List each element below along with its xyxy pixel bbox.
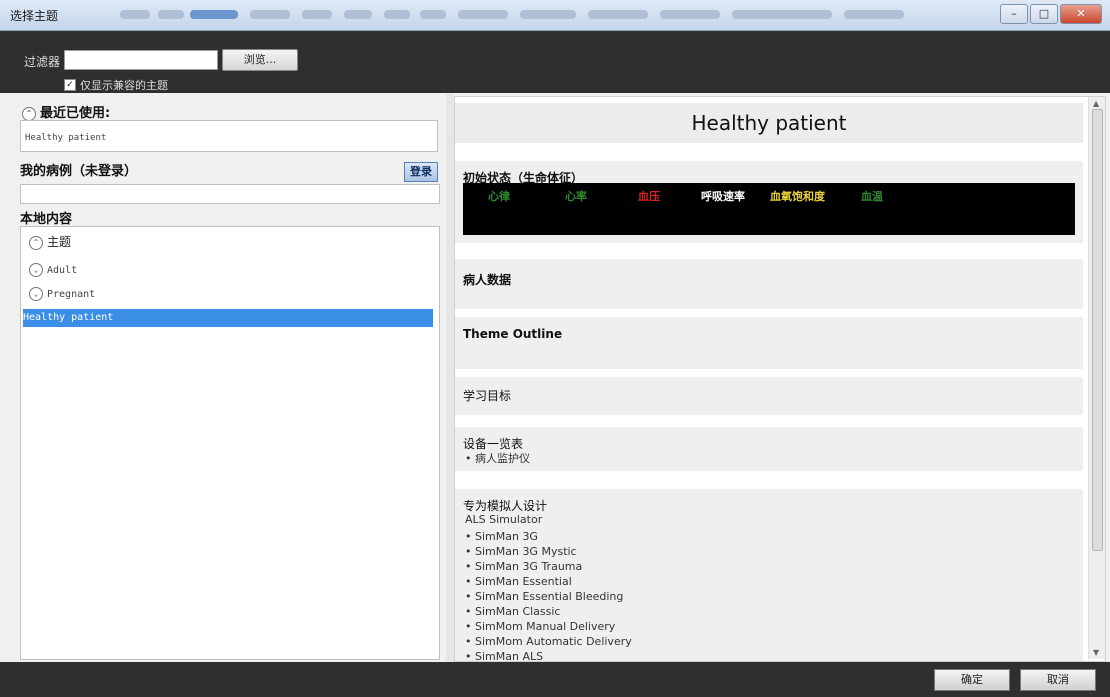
recent-heading-label: 最近已使用: — [40, 106, 111, 121]
simulator-item: • SimMan Essential — [465, 575, 572, 588]
recent-item[interactable]: Healthy patient — [25, 125, 433, 143]
compatible-only-checkbox[interactable]: ✓ 仅显示兼容的主题 — [64, 77, 168, 93]
tree-root-label: 主题 — [47, 235, 72, 249]
theme-detail-panel: Healthy patient 初始状态（生命体征） 心律 心率 血压 呼吸速率… — [454, 96, 1106, 662]
recent-list: Healthy patient — [20, 120, 438, 152]
blurred-region — [120, 10, 150, 19]
designed-for-card: 专为模拟人设计 ALS Simulator • SimMan 3G • SimM… — [455, 489, 1083, 661]
dialog-footer: 确定 取消 — [0, 662, 1110, 697]
equipment-item: • 病人监护仪 — [465, 452, 530, 465]
browse-button[interactable]: 浏览... — [222, 49, 298, 71]
simulator-item: • SimMan 3G — [465, 530, 538, 543]
simulator-item: • SimMom Automatic Delivery — [465, 635, 632, 648]
ok-button[interactable]: 确定 — [934, 669, 1010, 691]
tree-item-adult[interactable]: ⌄ Adult — [29, 263, 77, 277]
blurred-region — [420, 10, 446, 19]
cancel-button[interactable]: 取消 — [1020, 669, 1096, 691]
blurred-region — [844, 10, 904, 19]
simulator-item: • SimMan 3G Trauma — [465, 560, 583, 573]
minimize-icon[interactable]: – — [1000, 4, 1028, 24]
theme-title: Healthy patient — [455, 103, 1083, 143]
patient-data-card: 病人数据 — [455, 259, 1083, 309]
theme-outline-card: Theme Outline — [455, 317, 1083, 369]
scrollbar-thumb[interactable] — [1092, 109, 1103, 551]
my-cases-heading: 我的病例（未登录） — [20, 164, 138, 179]
blurred-region — [588, 10, 648, 19]
blurred-region — [302, 10, 332, 19]
maximize-icon[interactable]: □ — [1030, 4, 1058, 24]
scroll-up-icon[interactable]: ▲ — [1093, 99, 1099, 108]
chevron-up-icon[interactable]: ⌃ — [29, 235, 43, 250]
vital-label: 血氧饱和度 — [770, 190, 825, 203]
recent-heading[interactable]: ⌃ 最近已使用: — [22, 102, 110, 121]
initial-state-card: 初始状态（生命体征） 心律 心率 血压 呼吸速率 血氧饱和度 血温 — [455, 161, 1083, 243]
tree-item-selected[interactable]: Healthy patient — [23, 309, 433, 327]
vital-label: 呼吸速率 — [701, 190, 745, 203]
filter-toolbar: 过滤器 浏览... ✓ 仅显示兼容的主题 — [0, 31, 1110, 93]
filter-label: 过滤器 — [24, 55, 61, 69]
local-content-tree: ⌃ 主题 ⌄ Adult ⌄ Pregnant Healthy patient — [20, 226, 440, 660]
my-cases-list — [20, 184, 440, 204]
close-icon[interactable]: ✕ — [1060, 4, 1102, 24]
equipment-heading: 设备一览表 — [463, 437, 524, 451]
compatible-only-label: 仅显示兼容的主题 — [80, 79, 168, 92]
tree-item-label: Pregnant — [47, 289, 96, 300]
vital-label: 心率 — [565, 190, 587, 203]
blurred-region — [190, 10, 238, 19]
chevron-up-icon[interactable]: ⌃ — [22, 106, 36, 121]
blurred-region — [384, 10, 410, 19]
simulator-item: • SimMom Manual Delivery — [465, 620, 616, 633]
objectives-heading: 学习目标 — [463, 389, 512, 403]
window-title: 选择主题 — [10, 9, 59, 23]
filter-input[interactable] — [64, 50, 218, 70]
blurred-region — [158, 10, 184, 19]
patient-data-heading: 病人数据 — [463, 273, 512, 287]
login-button[interactable]: 登录 — [404, 162, 438, 182]
chevron-down-icon[interactable]: ⌄ — [29, 287, 43, 301]
vital-label: 血温 — [861, 190, 883, 203]
tree-item-label: Adult — [47, 265, 78, 276]
simulator-item: • SimMan ALS — [465, 650, 544, 662]
tree-item-pregnant[interactable]: ⌄ Pregnant — [29, 287, 95, 301]
vitals-display: 心律 心率 血压 呼吸速率 血氧饱和度 血温 — [463, 183, 1075, 235]
blurred-region — [250, 10, 290, 19]
simulator-item: • SimMan 3G Mystic — [465, 545, 577, 558]
chevron-down-icon[interactable]: ⌄ — [29, 263, 43, 277]
blurred-region — [344, 10, 372, 19]
local-content-heading: 本地内容 — [20, 212, 73, 227]
checkbox-checked-icon[interactable]: ✓ — [64, 79, 76, 91]
scroll-down-icon[interactable]: ▼ — [1093, 648, 1099, 657]
objectives-card: 学习目标 — [455, 377, 1083, 415]
simulator-list: • SimMan 3G • SimMan 3G Mystic • SimMan … — [465, 529, 632, 662]
simulator-item: • SimMan Essential Bleeding — [465, 590, 624, 603]
blurred-region — [732, 10, 832, 19]
blurred-region — [660, 10, 720, 19]
vital-label: 心律 — [488, 190, 510, 203]
vital-label: 血压 — [638, 190, 660, 203]
designed-for-subtitle: ALS Simulator — [465, 513, 543, 526]
equipment-card: 设备一览表 • 病人监护仪 — [455, 427, 1083, 471]
blurred-region — [458, 10, 508, 19]
window-controls: – □ ✕ — [1000, 4, 1102, 24]
detail-scrollbar[interactable]: ▲ ▼ — [1088, 97, 1105, 659]
blurred-region — [520, 10, 576, 19]
simulator-item: • SimMan Classic — [465, 605, 561, 618]
theme-browser-panel: ⌃ 最近已使用: Healthy patient 我的病例（未登录） 登录 本地内… — [18, 96, 442, 660]
window-title-bar: 选择主题 – □ ✕ — [0, 0, 1110, 31]
panel-splitter[interactable] — [446, 94, 454, 662]
tree-root-theme[interactable]: ⌃ 主题 — [29, 233, 71, 250]
theme-outline-heading: Theme Outline — [463, 327, 563, 341]
